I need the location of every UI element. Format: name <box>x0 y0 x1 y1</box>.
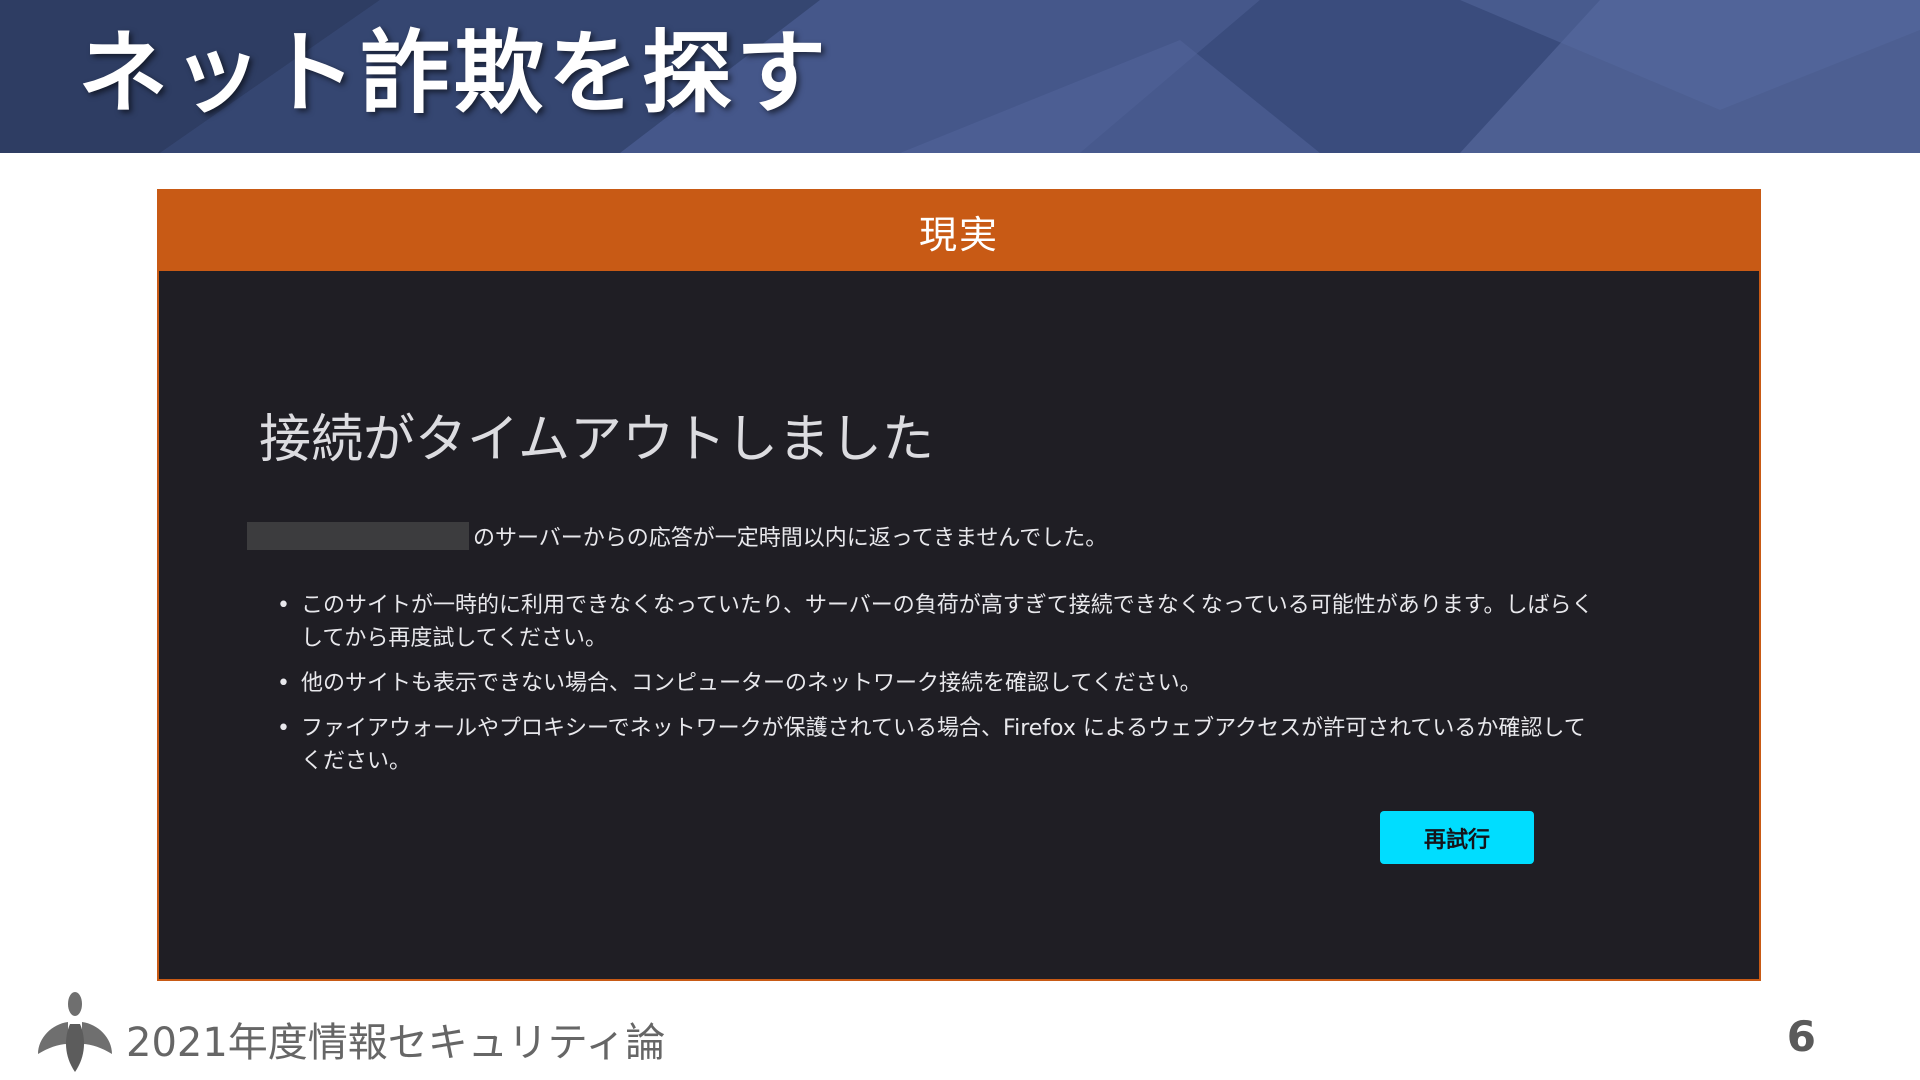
error-title: 接続がタイムアウトしました <box>259 410 934 470</box>
suggestion-text: 他のサイトも表示できない場合、コンピューターのネットワーク接続を確認してください… <box>301 671 1202 696</box>
suggestion-item: • ファイアウォールやプロキシーでネットワークが保護されている場合、Firefo… <box>277 712 1607 778</box>
leaf-logo-icon <box>38 992 112 1072</box>
suggestion-item: • このサイトが一時的に利用できなくなっていたり、サーバーの負荷が高すぎて接続で… <box>277 589 1607 655</box>
suggestion-item: • 他のサイトも表示できない場合、コンピューターのネットワーク接続を確認してくだ… <box>277 667 1607 700</box>
error-description-text: のサーバーからの応答が一定時間以内に返ってきませんでした。 <box>473 526 1108 551</box>
slide-header: ネット詐欺を探す <box>0 0 1920 153</box>
slide-title: ネット詐欺を探す <box>78 21 830 126</box>
bullet-dot-icon: • <box>277 593 290 618</box>
panel-header: 現実 <box>159 191 1759 271</box>
bullet-dot-icon: • <box>277 671 290 696</box>
reality-panel: 現実 接続がタイムアウトしました のサーバーからの応答が一定時間以内に返ってきま… <box>157 189 1761 981</box>
redacted-hostname <box>247 522 469 550</box>
panel-header-label: 現実 <box>918 212 999 257</box>
bullet-dot-icon: • <box>277 716 290 741</box>
error-suggestions: • このサイトが一時的に利用できなくなっていたり、サーバーの負荷が高すぎて接続で… <box>277 589 1607 790</box>
error-description: のサーバーからの応答が一定時間以内に返ってきませんでした。 <box>247 520 1107 552</box>
browser-error-page: 接続がタイムアウトしました のサーバーからの応答が一定時間以内に返ってきませんで… <box>159 271 1759 979</box>
suggestion-text: このサイトが一時的に利用できなくなっていたり、サーバーの負荷が高すぎて接続できな… <box>301 593 1594 651</box>
footer-course-title: 2021年度情報セキュリティ論 <box>126 1020 666 1066</box>
page-number: 6 <box>1786 1012 1816 1061</box>
retry-button[interactable]: 再試行 <box>1380 811 1534 864</box>
suggestion-text: ファイアウォールやプロキシーでネットワークが保護されている場合、Firefox … <box>301 716 1586 774</box>
